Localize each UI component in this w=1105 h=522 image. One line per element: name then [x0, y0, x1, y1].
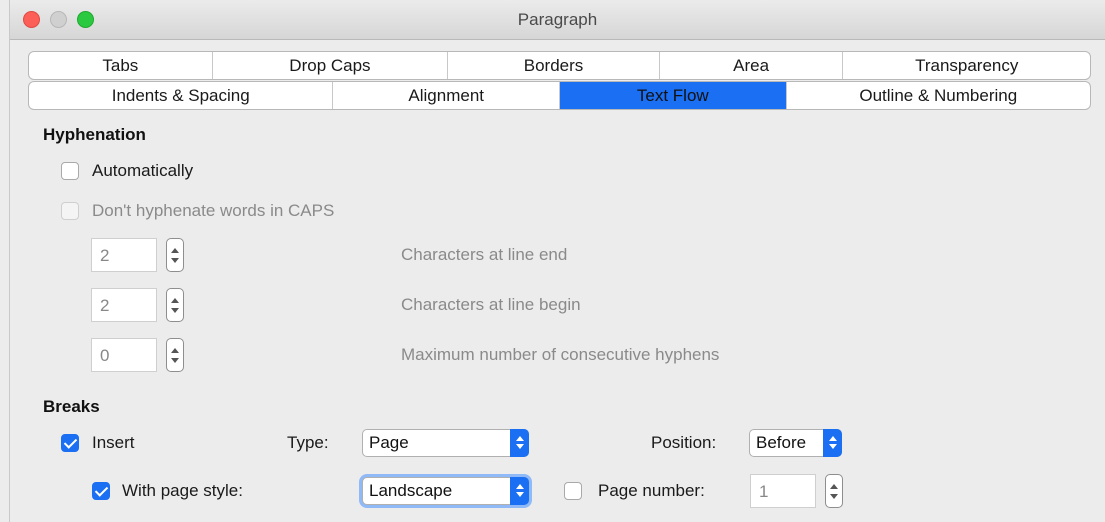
tab-transparency[interactable]: Transparency — [843, 52, 1090, 79]
tab-text-flow[interactable]: Text Flow — [560, 82, 787, 109]
break-type-value: Page — [369, 433, 409, 452]
page-number-label: Page number: — [598, 481, 705, 500]
break-position-value: Before — [756, 433, 807, 452]
chevron-updown-icon — [510, 429, 529, 457]
position-label: Position: — [651, 433, 717, 452]
breaks-heading: Breaks — [43, 397, 100, 416]
line-begin-label: Characters at line begin — [401, 295, 581, 314]
break-type-select[interactable]: Page — [362, 429, 529, 457]
tab-row-1: Tabs Drop Caps Borders Area Transparency — [28, 51, 1091, 80]
max-hyphens-label: Maximum number of consecutive hyphens — [401, 345, 720, 364]
max-hyphens-field[interactable]: 0 — [91, 338, 157, 372]
line-end-field[interactable]: 2 — [91, 238, 157, 272]
title-bar: Paragraph — [10, 0, 1105, 40]
dont-hyphenate-caps-checkbox[interactable] — [61, 202, 79, 220]
tab-indents-spacing[interactable]: Indents & Spacing — [29, 82, 334, 109]
tab-outline-numbering[interactable]: Outline & Numbering — [787, 82, 1090, 109]
tab-drop-caps[interactable]: Drop Caps — [213, 52, 449, 79]
line-begin-field[interactable]: 2 — [91, 288, 157, 322]
line-end-label: Characters at line end — [401, 245, 568, 264]
tab-tabs[interactable]: Tabs — [29, 52, 213, 79]
tab-borders[interactable]: Borders — [448, 52, 660, 79]
page-number-checkbox[interactable] — [564, 482, 582, 500]
page-number-stepper[interactable] — [825, 474, 843, 508]
max-hyphens-stepper[interactable] — [166, 338, 184, 372]
break-position-select[interactable]: Before — [749, 429, 842, 457]
insert-break-checkbox[interactable] — [61, 434, 79, 452]
chevron-updown-icon — [510, 477, 529, 505]
automatically-label: Automatically — [92, 161, 194, 180]
tab-area[interactable]: Area — [660, 52, 844, 79]
line-end-stepper[interactable] — [166, 238, 184, 272]
type-label: Type: — [287, 433, 329, 452]
tab-alignment[interactable]: Alignment — [333, 82, 560, 109]
automatically-checkbox[interactable] — [61, 162, 79, 180]
page-style-value: Landscape — [369, 481, 453, 500]
page-style-label: With page style: — [122, 481, 243, 500]
page-style-checkbox[interactable] — [92, 482, 110, 500]
page-number-field[interactable]: 1 — [750, 474, 816, 508]
line-begin-stepper[interactable] — [166, 288, 184, 322]
chevron-updown-icon — [823, 429, 842, 457]
insert-break-label: Insert — [92, 433, 135, 452]
window-title: Paragraph — [517, 10, 598, 29]
paragraph-dialog: Paragraph Tabs Drop Caps Borders Area Tr… — [9, 0, 1105, 522]
page-style-select[interactable]: Landscape — [362, 477, 529, 505]
dont-hyphenate-caps-label: Don't hyphenate words in CAPS — [92, 201, 335, 220]
tab-row-2: Indents & Spacing Alignment Text Flow Ou… — [28, 81, 1091, 110]
hyphenation-heading: Hyphenation — [43, 125, 146, 144]
